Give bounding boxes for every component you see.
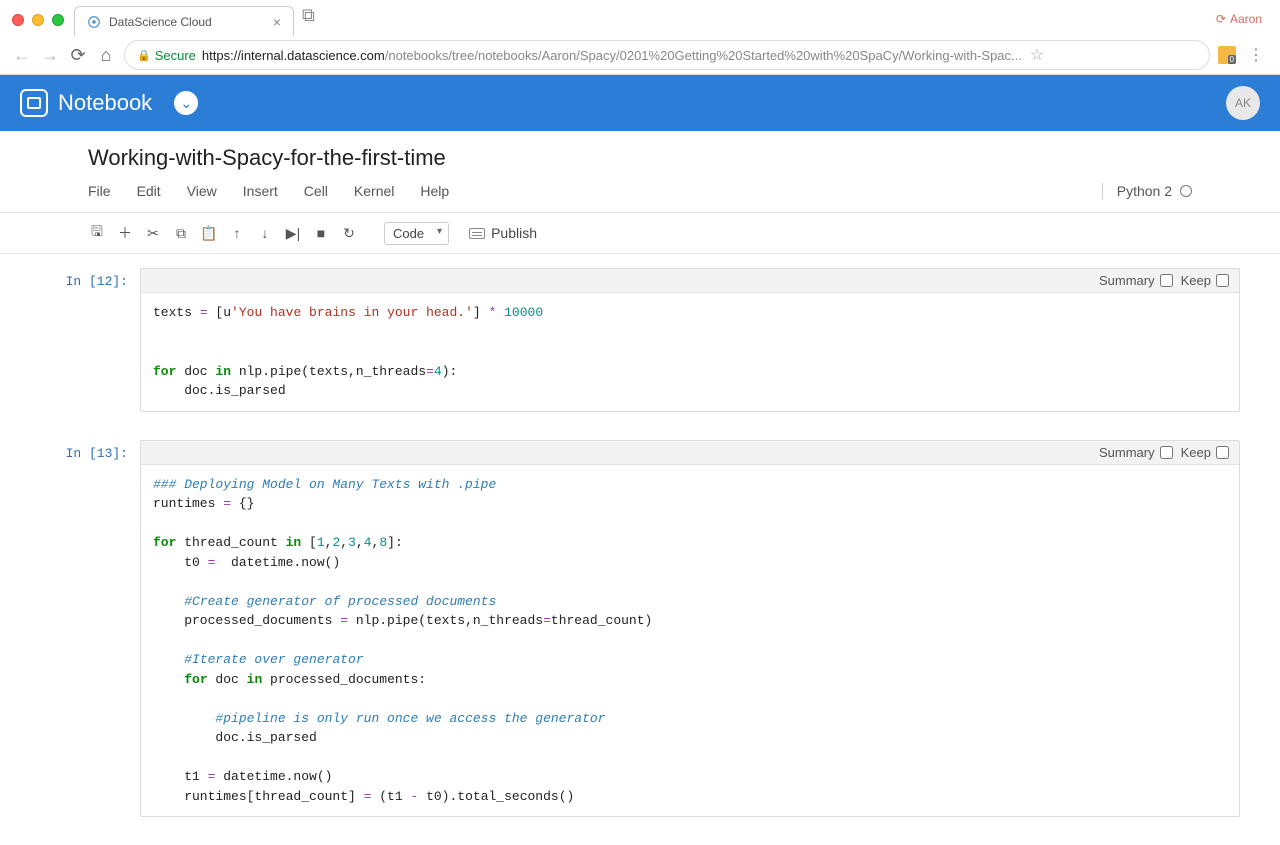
extension-icon[interactable]: 0 <box>1218 46 1236 64</box>
code-editor[interactable]: texts = [u'You have brains in your head.… <box>141 293 1239 411</box>
restart-icon[interactable]: ↻ <box>340 225 358 242</box>
sync-icon: ⟳ <box>1216 12 1226 26</box>
keep-toggle[interactable]: Keep <box>1181 445 1229 460</box>
window-controls <box>8 14 74 36</box>
save-icon[interactable]: 🖫 <box>88 221 106 245</box>
menu-cell[interactable]: Cell <box>304 183 328 199</box>
keep-checkbox[interactable] <box>1216 446 1229 459</box>
cell-header: Summary Keep <box>141 269 1239 293</box>
tab-strip: DataScience Cloud × ⧉ ⟳ Aaron <box>0 0 1280 36</box>
menu-bar: File Edit View Insert Cell Kernel Help P… <box>0 179 1280 213</box>
run-icon[interactable]: ▶| <box>284 225 302 242</box>
notebook-area: In [12]: Summary Keep texts = [u'You have b… <box>0 254 1280 845</box>
url-host: https://internal.datascience.com <box>202 48 385 63</box>
keep-toggle[interactable]: Keep <box>1181 273 1229 288</box>
kernel-indicator[interactable]: Python 2 <box>1102 183 1192 199</box>
publish-icon <box>469 228 485 239</box>
summary-toggle[interactable]: Summary <box>1099 273 1173 288</box>
close-window-button[interactable] <box>12 14 24 26</box>
menu-edit[interactable]: Edit <box>137 183 161 199</box>
forward-button[interactable]: → <box>40 45 60 66</box>
new-tab-button[interactable]: ⧉ <box>294 1 323 36</box>
profile-indicator[interactable]: ⟳ Aaron <box>1216 12 1280 36</box>
app-header: Notebook ⌄ AK <box>0 75 1280 131</box>
app-logo[interactable]: Notebook ⌄ <box>20 89 198 117</box>
summary-toggle[interactable]: Summary <box>1099 445 1173 460</box>
url-path: /notebooks/tree/notebooks/Aaron/Spacy/02… <box>385 48 1022 63</box>
cell-type-select[interactable]: Code <box>384 222 449 245</box>
reload-button[interactable]: ⟳ <box>68 45 88 66</box>
notebook-logo-icon <box>20 89 48 117</box>
cut-icon[interactable]: ✂ <box>144 225 162 242</box>
keep-checkbox[interactable] <box>1216 274 1229 287</box>
notebook-title-bar: Working-with-Spacy-for-the-first-time <box>0 131 1280 179</box>
kernel-name: Python 2 <box>1117 183 1172 199</box>
menu-insert[interactable]: Insert <box>243 183 278 199</box>
publish-button[interactable]: Publish <box>469 225 537 241</box>
browser-chrome: DataScience Cloud × ⧉ ⟳ Aaron ← → ⟳ ⌂ 🔒 … <box>0 0 1280 75</box>
bookmark-star-icon[interactable]: ☆ <box>1030 45 1044 65</box>
add-cell-icon[interactable]: ＋ <box>116 223 134 243</box>
cell-header: Summary Keep <box>141 441 1239 465</box>
avatar[interactable]: AK <box>1226 86 1260 120</box>
kernel-status-icon <box>1180 185 1192 197</box>
secure-label: Secure <box>155 48 196 63</box>
tab-close-button[interactable]: × <box>273 14 281 30</box>
address-bar[interactable]: 🔒 Secure https://internal.datascience.co… <box>124 40 1210 70</box>
brand-name: Notebook <box>58 90 152 116</box>
menu-kernel[interactable]: Kernel <box>354 183 394 199</box>
maximize-window-button[interactable] <box>52 14 64 26</box>
tab-title: DataScience Cloud <box>109 15 212 29</box>
menu-help[interactable]: Help <box>420 183 449 199</box>
code-cell: In [13]: Summary Keep ### Deploying Model o… <box>40 440 1240 818</box>
menu-file[interactable]: File <box>88 183 111 199</box>
address-row: ← → ⟳ ⌂ 🔒 Secure https://internal.datasc… <box>0 36 1280 74</box>
toolbar: 🖫 ＋ ✂ ⧉ 📋 ↑ ↓ ▶| ■ ↻ Code Publish <box>0 213 1280 254</box>
browser-menu-button[interactable]: ⋮ <box>1244 45 1268 65</box>
code-cell: In [12]: Summary Keep texts = [u'You have b… <box>40 268 1240 412</box>
summary-checkbox[interactable] <box>1160 446 1173 459</box>
summary-checkbox[interactable] <box>1160 274 1173 287</box>
browser-tab[interactable]: DataScience Cloud × <box>74 6 294 36</box>
move-up-icon[interactable]: ↑ <box>228 225 246 241</box>
stop-icon[interactable]: ■ <box>312 225 330 241</box>
chevron-down-icon[interactable]: ⌄ <box>174 91 198 115</box>
copy-icon[interactable]: ⧉ <box>172 225 190 242</box>
input-prompt: In [13]: <box>40 440 140 818</box>
favicon-icon <box>87 15 101 29</box>
code-editor[interactable]: ### Deploying Model on Many Texts with .… <box>141 465 1239 817</box>
menu-view[interactable]: View <box>187 183 217 199</box>
input-prompt: In [12]: <box>40 268 140 412</box>
home-button[interactable]: ⌂ <box>96 45 116 66</box>
move-down-icon[interactable]: ↓ <box>256 225 274 241</box>
back-button[interactable]: ← <box>12 45 32 66</box>
lock-icon: 🔒 <box>137 49 151 62</box>
paste-icon[interactable]: 📋 <box>200 225 218 242</box>
cell-body[interactable]: Summary Keep ### Deploying Model on Many T… <box>140 440 1240 818</box>
notebook-title[interactable]: Working-with-Spacy-for-the-first-time <box>88 145 1280 171</box>
cell-body[interactable]: Summary Keep texts = [u'You have brains in… <box>140 268 1240 412</box>
minimize-window-button[interactable] <box>32 14 44 26</box>
